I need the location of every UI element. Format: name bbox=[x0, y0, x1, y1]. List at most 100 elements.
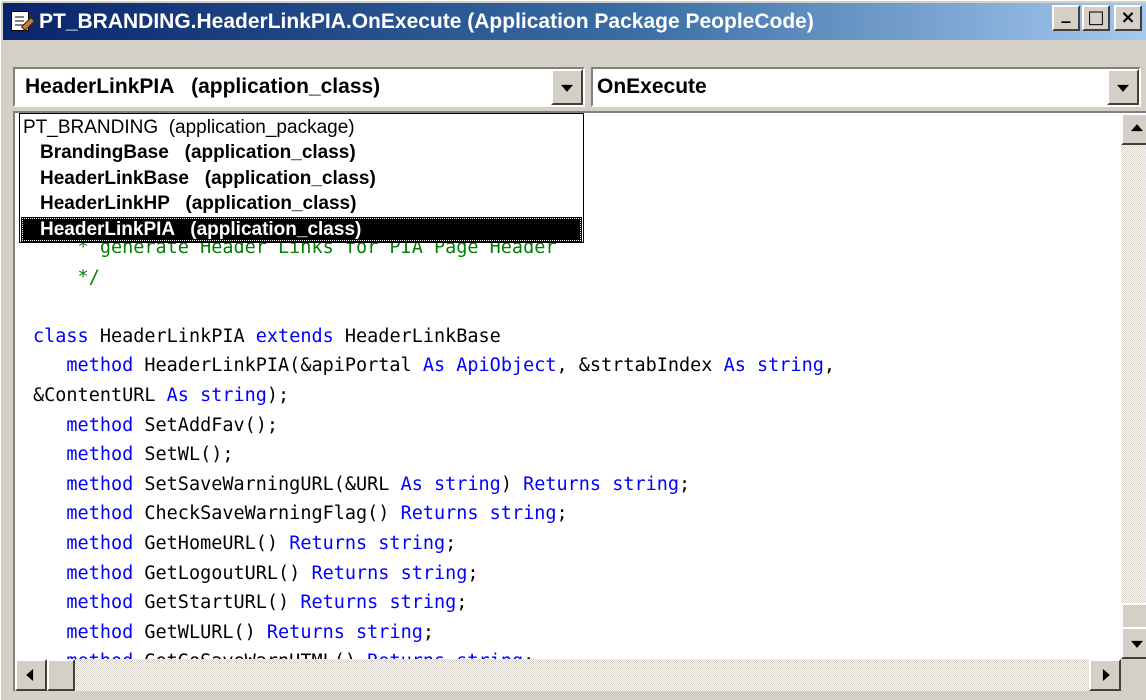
class-selector-value: HeaderLinkPIA (application_class) bbox=[25, 75, 381, 98]
code-keyword: method bbox=[66, 533, 134, 554]
code-keyword: As bbox=[422, 355, 446, 377]
code-keyword: method bbox=[66, 444, 134, 466]
code-keyword: Returns bbox=[311, 562, 390, 584]
class-selector-combo[interactable]: HeaderLinkPIA (application_class) bbox=[13, 67, 585, 107]
vertical-scrollbar[interactable] bbox=[1121, 113, 1146, 659]
horizontal-scrollbar[interactable] bbox=[15, 659, 1121, 691]
code-keyword: Returns bbox=[300, 592, 379, 614]
code-line: method SetSaveWarningURL(&URL As string)… bbox=[33, 474, 690, 495]
dropdown-item-class[interactable]: HeaderLinkPIA (application_class) bbox=[21, 216, 582, 242]
scroll-right-button[interactable] bbox=[1089, 659, 1121, 691]
title-bar[interactable]: PT_BRANDING.HeaderLinkPIA.OnExecute (App… bbox=[3, 3, 1146, 40]
code-line: method GetStartURL() Returns string; bbox=[33, 592, 467, 613]
code-line: &ContentURL As string); bbox=[33, 385, 289, 406]
code-text: ; bbox=[556, 503, 568, 525]
code-keyword: method bbox=[66, 414, 134, 436]
code-keyword: method bbox=[66, 621, 134, 643]
code-keyword: string bbox=[389, 592, 457, 614]
maximize-button[interactable]: □ bbox=[1082, 5, 1110, 31]
code-keyword: string bbox=[400, 562, 468, 584]
scroll-left-icon bbox=[26, 669, 34, 681]
vertical-scroll-thumb[interactable] bbox=[1121, 603, 1146, 629]
code-keyword: string bbox=[456, 651, 523, 659]
code-text: CheckSaveWarningFlag() bbox=[133, 503, 401, 525]
code-line: method SetAddFav(); bbox=[33, 415, 278, 436]
scroll-up-button[interactable] bbox=[1121, 113, 1146, 145]
chevron-down-icon bbox=[1117, 84, 1129, 92]
code-text: ; bbox=[523, 651, 534, 659]
code-keyword: method bbox=[66, 562, 134, 584]
code-text: SetSaveWarningURL(&URL bbox=[133, 473, 401, 495]
code-keyword: As bbox=[723, 355, 746, 377]
horizontal-scroll-thumb[interactable] bbox=[47, 659, 75, 691]
maximize-icon: □ bbox=[1087, 7, 1105, 28]
code-text: GetWLURL() bbox=[133, 621, 267, 643]
scroll-right-icon bbox=[1102, 669, 1110, 681]
code-text: SetWL(); bbox=[133, 444, 234, 466]
code-text: &ContentURL bbox=[33, 385, 167, 406]
event-selector-value: OnExecute bbox=[597, 75, 707, 98]
class-selector-dropdown-button[interactable] bbox=[551, 69, 583, 105]
code-keyword: Returns bbox=[400, 503, 479, 525]
code-text: ); bbox=[266, 385, 290, 406]
code-text: , &strtabIndex bbox=[556, 355, 724, 377]
class-dropdown-list[interactable]: PT_BRANDING (application_package) Brandin… bbox=[19, 113, 584, 243]
code-keyword: Returns bbox=[367, 651, 445, 659]
code-text: HeaderLinkPIA bbox=[88, 325, 256, 347]
code-line: method SetWL(); bbox=[33, 444, 234, 466]
scroll-up-icon bbox=[1131, 124, 1143, 132]
code-keyword: Returns bbox=[289, 533, 368, 554]
code-keyword: class bbox=[33, 325, 89, 347]
close-button[interactable]: × bbox=[1114, 5, 1142, 31]
dropdown-item-class[interactable]: BrandingBase (application_class) bbox=[21, 140, 582, 165]
peoplecode-editor-window: PT_BRANDING.HeaderLinkPIA.OnExecute (App… bbox=[0, 0, 1146, 700]
peoplecode-editor-icon[interactable] bbox=[9, 9, 36, 35]
scroll-left-button[interactable] bbox=[15, 659, 47, 691]
code-text: ; bbox=[679, 473, 691, 495]
chevron-down-icon bbox=[561, 84, 573, 92]
scroll-down-icon bbox=[1131, 640, 1143, 648]
code-text: GetStartURL() bbox=[133, 592, 301, 614]
minimize-button[interactable]: _ bbox=[1052, 5, 1080, 31]
code-text: GetHomeURL() bbox=[133, 533, 290, 554]
code-keyword: method bbox=[66, 651, 133, 659]
code-text: , bbox=[823, 355, 835, 377]
code-line: method CheckSaveWarningFlag() Returns st… bbox=[33, 503, 568, 525]
scroll-down-button[interactable] bbox=[1121, 627, 1146, 659]
event-selector-dropdown-button[interactable] bbox=[1107, 69, 1139, 105]
scrollbar-corner bbox=[1121, 659, 1146, 691]
code-comment: */ bbox=[33, 266, 100, 288]
window-controls: _ □ × bbox=[1052, 5, 1142, 31]
code-keyword: method bbox=[66, 503, 134, 525]
code-line: */ bbox=[33, 267, 100, 288]
code-keyword: string bbox=[378, 533, 446, 554]
code-keyword: string bbox=[433, 473, 501, 495]
code-line: method GetHomeURL() Returns string; bbox=[33, 533, 456, 554]
code-text: HeaderLinkPIA(&apiPortal bbox=[133, 355, 423, 377]
dropdown-item-class[interactable]: HeaderLinkHP (application_class) bbox=[21, 191, 582, 216]
dropdown-item-class[interactable]: HeaderLinkBase (application_class) bbox=[21, 166, 582, 191]
code-text: ) bbox=[500, 473, 524, 495]
dropdown-item-package[interactable]: PT_BRANDING (application_package) bbox=[21, 115, 582, 140]
code-text: ; bbox=[467, 562, 479, 584]
code-text: GetGoSaveWarnHTML() bbox=[133, 651, 367, 659]
code-text: HeaderLinkBase bbox=[333, 325, 501, 347]
code-text: ; bbox=[445, 533, 457, 554]
event-selector-combo[interactable]: OnExecute bbox=[591, 67, 1141, 107]
code-text: ; bbox=[456, 592, 468, 614]
code-keyword: method bbox=[66, 355, 134, 377]
